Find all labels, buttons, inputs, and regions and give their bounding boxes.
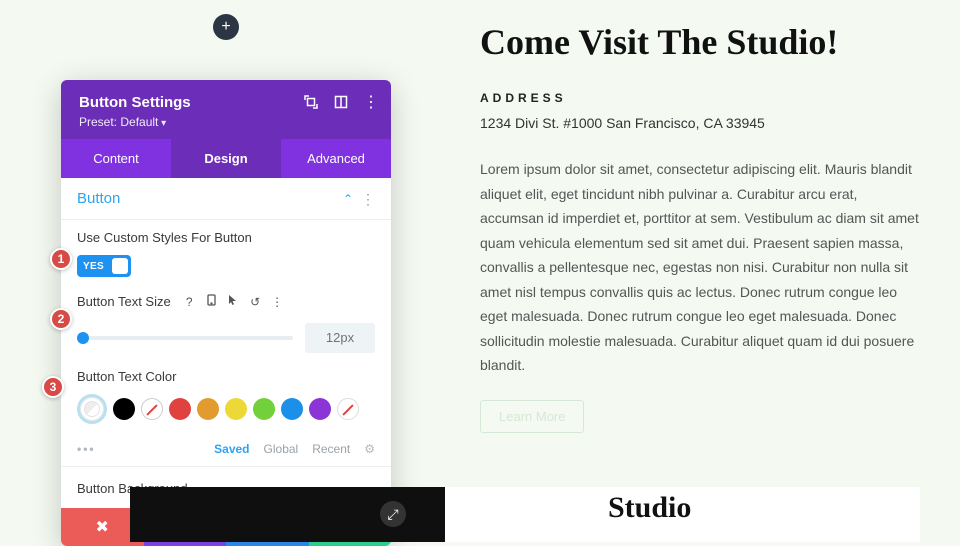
panel-header-actions: ⋮ [303, 94, 379, 110]
palette-settings-icon[interactable]: ⚙ [364, 442, 375, 456]
learn-more-button[interactable]: Learn More [480, 400, 584, 433]
toggle-yes-text: YES [83, 261, 104, 272]
expand-icon[interactable] [303, 94, 319, 110]
help-icon[interactable]: ? [183, 295, 195, 309]
preset-dropdown[interactable]: Preset: Default [79, 115, 373, 129]
row-options-icon[interactable]: ⋮ [271, 295, 283, 309]
hover-icon[interactable] [227, 294, 239, 309]
button-text-size-label: Button Text Size [77, 294, 171, 309]
panel-header: Button Settings Preset: Default ⋮ [61, 80, 391, 139]
swatch-blue[interactable] [281, 398, 303, 420]
page-preview: Come Visit The Studio! ADDRESS 1234 Divi… [480, 22, 920, 433]
palette-saved-tab[interactable]: Saved [214, 442, 249, 456]
address-text: 1234 Divi St. #1000 San Francisco, CA 33… [480, 115, 920, 131]
button-settings-panel: Button Settings Preset: Default ⋮ Conten… [61, 80, 391, 546]
use-custom-styles-toggle[interactable]: YES [77, 255, 131, 277]
plus-icon: + [221, 18, 230, 36]
swatch-none[interactable] [337, 398, 359, 420]
swatch-green[interactable] [253, 398, 275, 420]
color-swatches [77, 394, 375, 424]
address-label: ADDRESS [480, 91, 920, 105]
text-size-slider[interactable] [77, 336, 293, 340]
swatch-purple[interactable] [309, 398, 331, 420]
palette-global-tab[interactable]: Global [264, 442, 299, 456]
text-size-input[interactable]: 12px [305, 323, 375, 353]
snap-icon[interactable] [333, 94, 349, 110]
swatch-orange[interactable] [197, 398, 219, 420]
callout-badge-2: 2 [50, 308, 72, 330]
mobile-icon[interactable] [205, 294, 217, 309]
body-paragraph: Lorem ipsum dolor sit amet, consectetur … [480, 157, 920, 378]
resize-handle[interactable]: ⤢ [380, 501, 406, 527]
swatch-white[interactable] [141, 398, 163, 420]
page-headline: Come Visit The Studio! [480, 22, 920, 63]
toggle-knob [112, 258, 128, 274]
palette-recent-tab[interactable]: Recent [312, 442, 350, 456]
accordion-title: Button [77, 190, 120, 207]
swatch-black[interactable] [113, 398, 135, 420]
tab-design[interactable]: Design [171, 139, 281, 178]
callout-badge-1: 1 [50, 248, 72, 270]
swatch-red[interactable] [169, 398, 191, 420]
settings-tabs: Content Design Advanced [61, 139, 391, 178]
swatch-current[interactable] [77, 394, 107, 424]
button-text-color-label: Button Text Color [77, 369, 375, 384]
reset-icon[interactable]: ↺ [249, 295, 261, 309]
callout-badge-3: 3 [42, 376, 64, 398]
slider-thumb[interactable] [77, 332, 89, 344]
studio-card-title: Studio [608, 491, 691, 525]
tab-content[interactable]: Content [61, 139, 171, 178]
swatch-yellow[interactable] [225, 398, 247, 420]
kebab-icon[interactable]: ⋮ [363, 94, 379, 110]
divider [61, 466, 391, 467]
chevron-up-icon: ⌃ [343, 192, 353, 206]
use-custom-styles-label: Use Custom Styles For Button [77, 230, 375, 245]
studio-card: Studio [130, 487, 920, 542]
add-module-button[interactable]: + [213, 14, 239, 40]
more-colors-icon[interactable]: ••• [77, 442, 96, 456]
tab-advanced[interactable]: Advanced [281, 139, 391, 178]
accordion-button[interactable]: Button ⌃ ⋮ [61, 178, 391, 220]
